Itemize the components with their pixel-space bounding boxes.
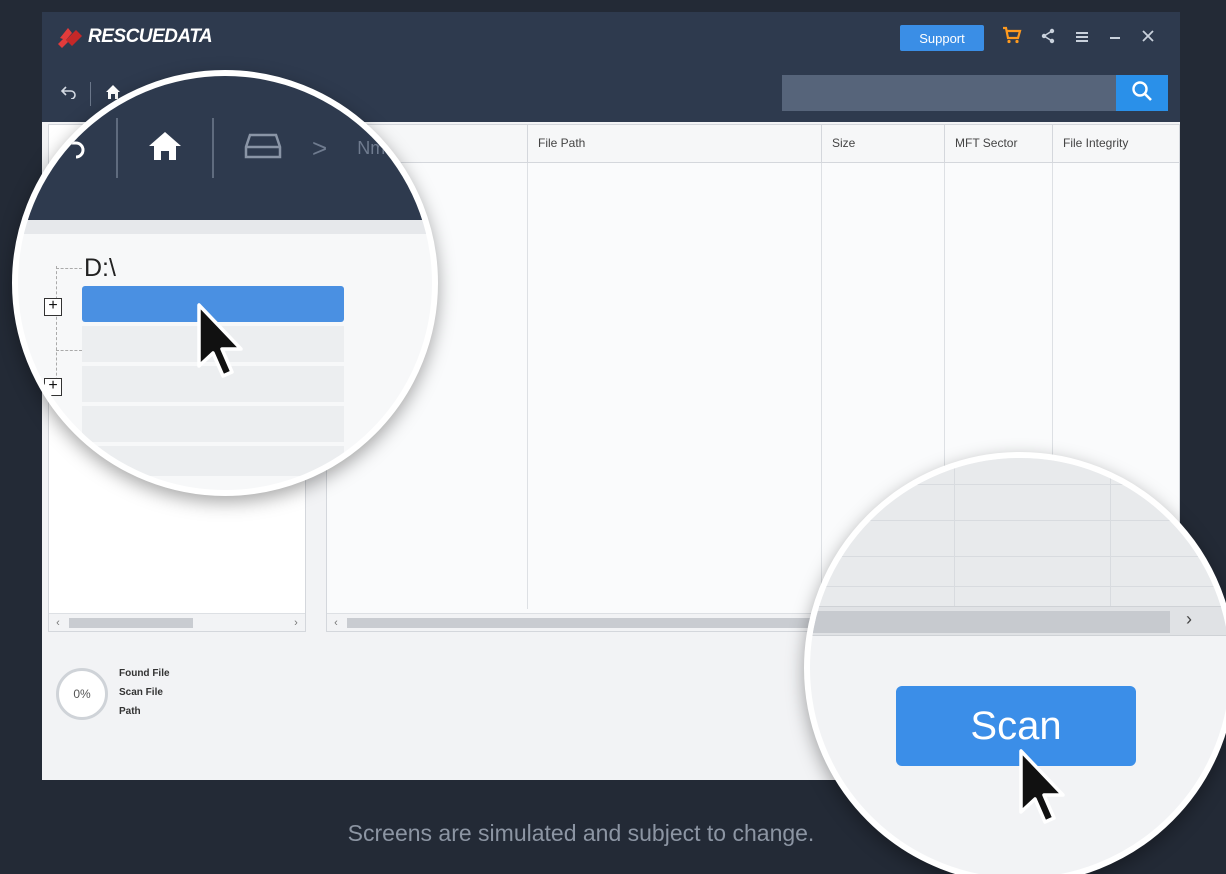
breadcrumb-name-column: Nme: [357, 137, 396, 158]
column-header-file-integrity[interactable]: File Integrity: [1052, 125, 1180, 163]
home-icon[interactable]: [148, 131, 182, 166]
drive-icon[interactable]: [244, 133, 282, 164]
tree-root-drive[interactable]: D:\: [84, 254, 116, 283]
magnified-table-rows: [810, 458, 1226, 608]
column-header-file-path[interactable]: File Path: [527, 125, 821, 163]
breadcrumb-chevron-icon: >: [312, 132, 328, 163]
grid-line: [954, 458, 955, 606]
back-icon[interactable]: [56, 133, 86, 164]
close-icon[interactable]: [1140, 27, 1156, 51]
disclaimer-note: Screens are simulated and subject to cha…: [347, 820, 815, 846]
scroll-left-icon[interactable]: ‹: [327, 617, 345, 629]
column-header-size[interactable]: Size: [821, 125, 944, 163]
found-file-label: Found File: [119, 668, 170, 679]
magnified-toolbar-shadow: [18, 220, 432, 234]
grid-line: [1110, 458, 1111, 606]
tree-horizontal-scrollbar[interactable]: ‹ ›: [49, 613, 305, 631]
path-label: Path: [119, 706, 141, 717]
cart-icon[interactable]: [1002, 26, 1022, 51]
grid-line: [810, 586, 1226, 587]
expand-icon[interactable]: +: [44, 298, 62, 316]
title-bar: RESCUEDATA Support: [42, 12, 1180, 64]
search-input[interactable]: [782, 75, 1116, 111]
name-column-partial: me: [370, 137, 396, 158]
magnifier-scan-button: › Scan: [804, 452, 1226, 874]
scroll-left-icon[interactable]: ‹: [49, 617, 67, 629]
scroll-right-icon[interactable]: ›: [287, 617, 305, 629]
scroll-track[interactable]: [67, 614, 287, 631]
toolbar-divider: [116, 118, 118, 178]
menu-icon[interactable]: [1074, 27, 1090, 51]
scan-button[interactable]: Scan: [896, 686, 1136, 766]
support-button[interactable]: Support: [900, 25, 984, 51]
tree-row[interactable]: [82, 446, 344, 476]
scroll-thumb[interactable]: [347, 618, 847, 628]
mouse-pointer-icon: [196, 302, 248, 391]
column-divider: [527, 163, 528, 609]
tree-row[interactable]: [82, 406, 344, 442]
tree-guide-line: [56, 350, 82, 351]
scroll-thumb[interactable]: [69, 618, 193, 628]
scan-file-label: Scan File: [119, 687, 163, 698]
scroll-thumb[interactable]: [810, 611, 1170, 633]
toolbar-divider: [212, 118, 214, 178]
scroll-right-icon[interactable]: ›: [1186, 609, 1192, 630]
scan-progress-ring: 0%: [56, 668, 108, 720]
column-header-mft-sector[interactable]: MFT Sector: [944, 125, 1052, 163]
magnified-breadcrumb: > Nme: [56, 118, 395, 178]
share-icon[interactable]: [1040, 27, 1056, 51]
expand-icon[interactable]: +: [44, 378, 62, 396]
search-icon: [1131, 80, 1153, 107]
table-header: File Path Size MFT Sector File Integrity: [327, 125, 1179, 163]
tree-guide-line: [56, 268, 82, 269]
magnifier-tree-view: > Nme D:\ + +: [12, 70, 438, 496]
app-logo: RESCUEDATA: [56, 24, 213, 50]
grid-line: [810, 520, 1226, 521]
scan-status: Found File Scan File Path: [119, 664, 170, 721]
search-button[interactable]: [1116, 75, 1168, 111]
app-brand: RESCUEDATA: [88, 26, 213, 47]
grid-line: [810, 556, 1226, 557]
window-controls: [1002, 26, 1156, 51]
grid-line: [810, 484, 1226, 485]
logo-mark-icon: [56, 24, 86, 50]
magnified-horizontal-scrollbar[interactable]: ›: [810, 606, 1226, 636]
minimize-icon[interactable]: [1108, 27, 1122, 51]
